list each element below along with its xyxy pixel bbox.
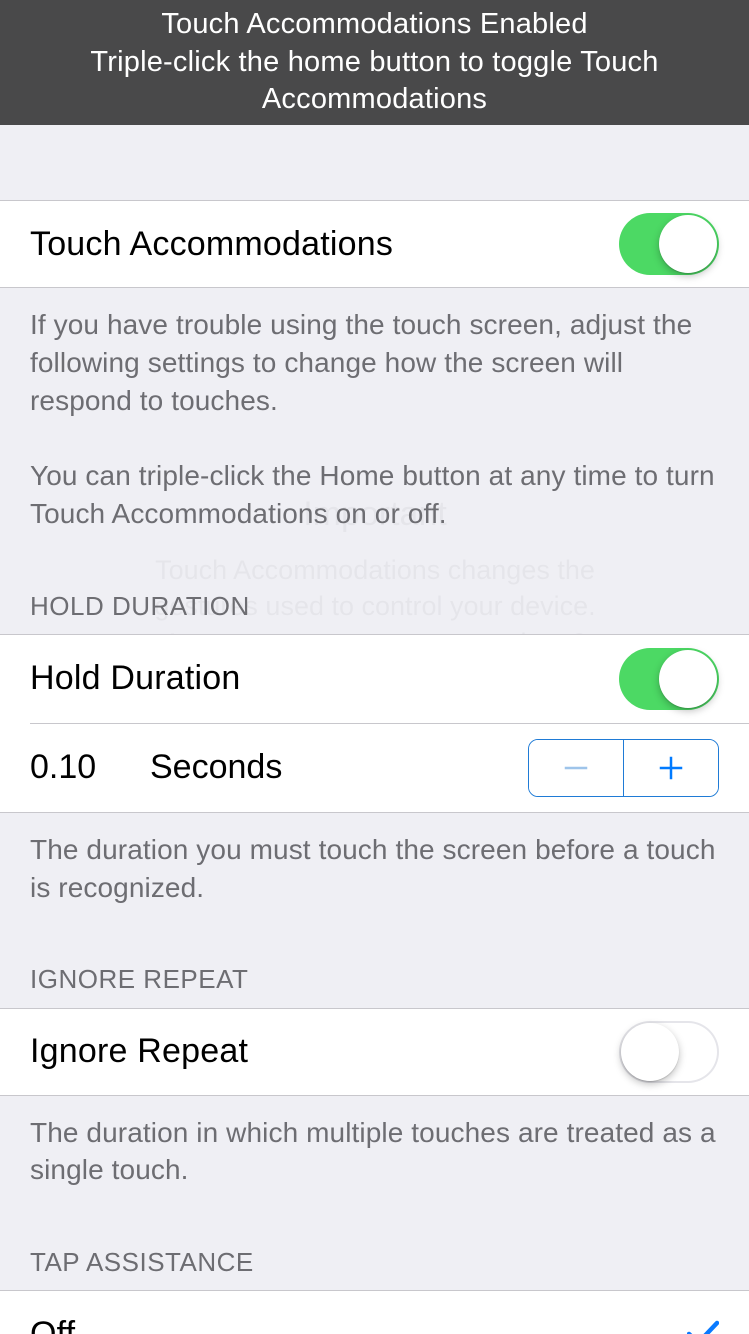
hold-duration-stepper	[528, 739, 720, 797]
touch-accommodations-footer: If you have trouble using the touch scre…	[0, 288, 749, 551]
banner-subtitle: Triple-click the home button to toggle T…	[50, 44, 699, 119]
toggle-knob	[621, 1023, 679, 1081]
hold-duration-footer: The duration you must touch the screen b…	[0, 813, 749, 925]
tap-assistance-header: TAP ASSISTANCE	[0, 1207, 749, 1290]
touch-accommodations-row[interactable]: Touch Accommodations	[0, 200, 749, 288]
tap-assistance-off-row[interactable]: Off	[0, 1290, 749, 1334]
stepper-decrease-button[interactable]	[529, 740, 623, 796]
hold-duration-value: 0.10	[30, 748, 150, 787]
checkmark-icon	[687, 1313, 719, 1334]
hold-duration-group: Hold Duration 0.10 Seconds	[0, 634, 749, 813]
plus-icon	[656, 753, 686, 783]
notification-banner: Touch Accommodations Enabled Triple-clic…	[0, 0, 749, 125]
banner-title: Touch Accommodations Enabled	[161, 6, 587, 44]
ignore-repeat-header: IGNORE REPEAT	[0, 924, 749, 1007]
ignore-repeat-footer: The duration in which multiple touches a…	[0, 1096, 749, 1208]
ignore-repeat-label: Ignore Repeat	[30, 1032, 248, 1071]
hold-duration-value-row: 0.10 Seconds	[0, 724, 749, 812]
touch-accommodations-label: Touch Accommodations	[30, 225, 393, 264]
hold-duration-header: HOLD DURATION	[0, 551, 749, 634]
toggle-knob	[659, 215, 717, 273]
hold-duration-toggle-row[interactable]: Hold Duration	[0, 635, 749, 723]
settings-screen: Touch Accommodations If you have trouble…	[0, 125, 749, 1334]
tap-assistance-off-label: Off	[30, 1315, 75, 1334]
minus-icon	[561, 753, 591, 783]
toggle-knob	[659, 650, 717, 708]
ignore-repeat-row[interactable]: Ignore Repeat	[0, 1008, 749, 1096]
hold-duration-unit: Seconds	[150, 748, 528, 787]
hold-duration-label: Hold Duration	[30, 659, 241, 698]
touch-accommodations-toggle[interactable]	[619, 213, 719, 275]
hold-duration-toggle[interactable]	[619, 648, 719, 710]
stepper-increase-button[interactable]	[624, 740, 718, 796]
ignore-repeat-toggle[interactable]	[619, 1021, 719, 1083]
